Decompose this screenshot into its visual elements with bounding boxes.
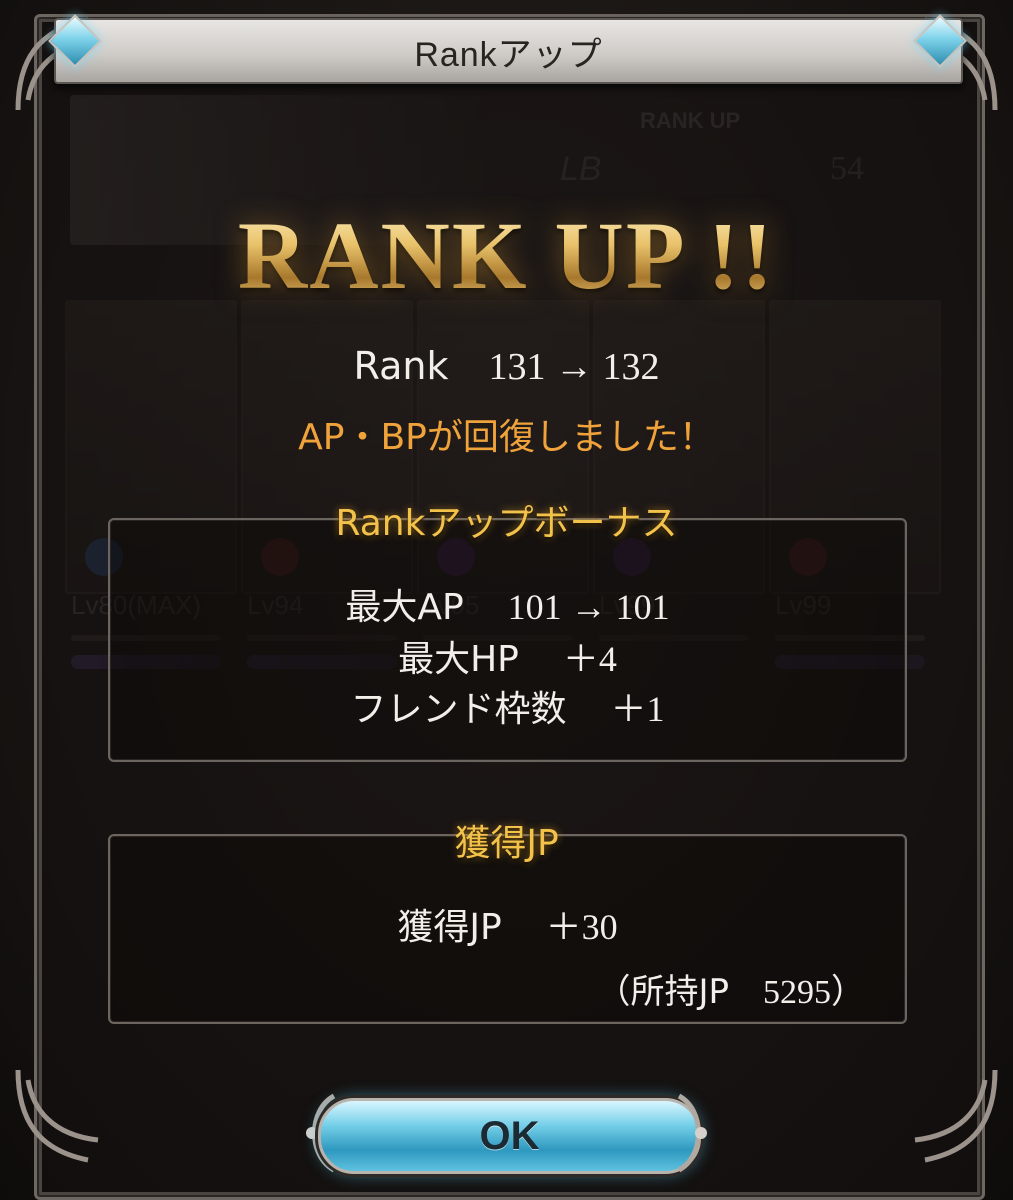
bonus-value: ＋4: [562, 639, 617, 679]
dialog-title-bar: Rankアップ: [54, 18, 963, 84]
ok-button-label: OK: [479, 1113, 540, 1158]
jp-owned-line: （所持JP 5295）: [596, 964, 865, 1013]
jp-gained-label: 獲得JP: [397, 907, 502, 948]
dialog-title: Rankアップ: [414, 35, 603, 74]
jp-owned-label: （所持JP: [596, 972, 729, 1012]
jp-section-title: 獲得JP: [454, 823, 559, 864]
jp-owned-value: 5295）: [763, 974, 865, 1011]
jp-gained-value: ＋30: [545, 907, 618, 947]
ok-button[interactable]: OK: [318, 1098, 701, 1174]
bonus-label: フレンド枠数: [350, 689, 567, 730]
button-cap-ornament-icon: [677, 1093, 707, 1173]
bonus-value: 101 → 101: [507, 587, 670, 627]
rank-bonus-title: Rankアップボーナス: [335, 503, 678, 544]
recovered-message: AP・BPが回復しました！: [298, 417, 715, 458]
bonus-value: ＋1: [610, 689, 665, 729]
rank-up-banner: RANK UP !!: [0, 200, 1013, 311]
bonus-label: 最大AP: [345, 587, 464, 628]
bonus-item: 最大HP ＋4: [110, 630, 905, 682]
bonus-item: フレンド枠数 ＋1: [110, 680, 905, 732]
rank-change-value: 131 → 132: [488, 346, 660, 388]
rank-change-line: Rank 131 → 132: [0, 344, 1013, 389]
bonus-item: 最大AP 101 → 101: [110, 578, 905, 630]
rank-bonus-box: 最大AP 101 → 101 最大HP ＋4 フレンド枠数 ＋1: [108, 518, 907, 762]
bonus-label: 最大HP: [398, 639, 519, 680]
ok-button-wrap: OK: [300, 1090, 713, 1176]
rank-label: Rank: [353, 344, 449, 388]
rank-up-screen: RANK UP LB 54 Lv80(MAX) Lv94 Lv95 Lv99 L…: [0, 0, 1013, 1200]
jp-gained-line: 獲得JP ＋30: [110, 898, 905, 950]
